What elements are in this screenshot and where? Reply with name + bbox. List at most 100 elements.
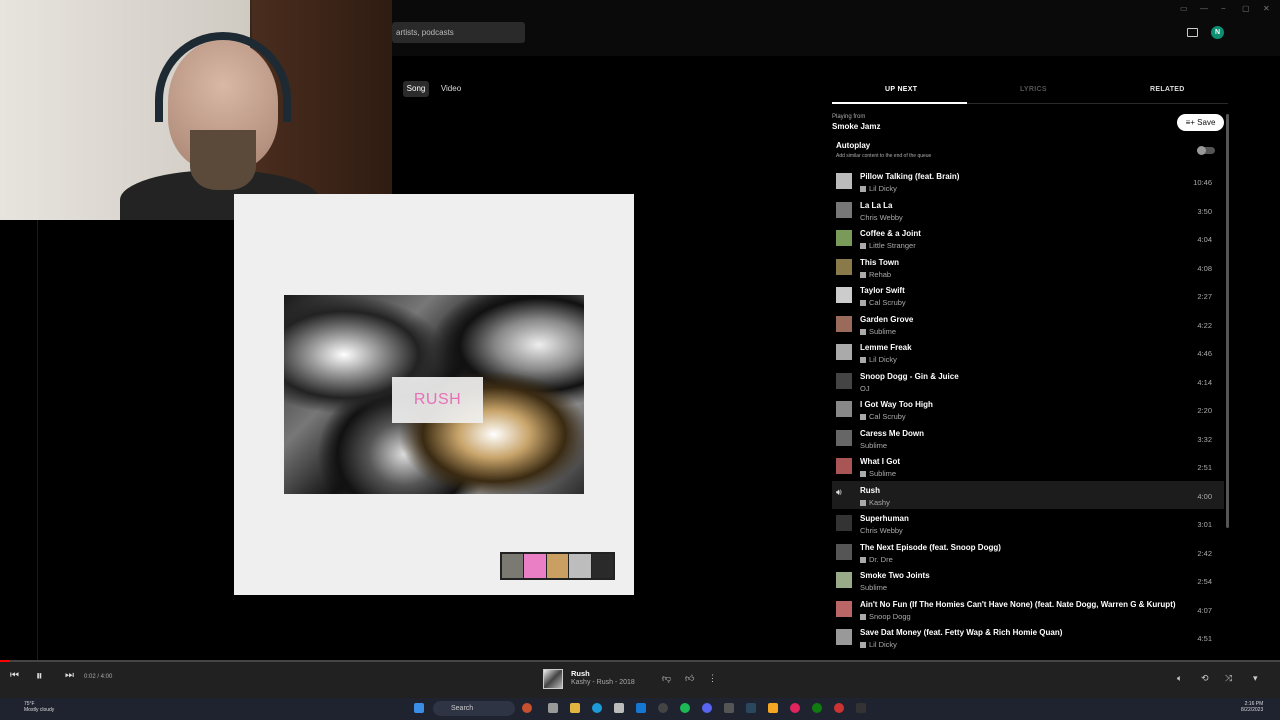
queue-item[interactable]: Garden Grove Sublime 4:22 xyxy=(832,310,1224,338)
repeat-icon[interactable]: ⟲ xyxy=(1201,673,1209,684)
window-dash-icon[interactable]: — xyxy=(1200,4,1208,13)
previous-icon[interactable]: ⏮ xyxy=(10,670,19,681)
tab-up-next[interactable]: UP NEXT xyxy=(885,86,917,93)
tab-lyrics[interactable]: LYRICS xyxy=(1020,86,1047,93)
queue-item-title: Garden Grove xyxy=(860,314,914,324)
app-grid-icon[interactable] xyxy=(724,703,734,713)
queue-item-artist-name: Lil Dicky xyxy=(869,355,897,364)
vlc-icon[interactable] xyxy=(768,703,778,713)
queue-item[interactable]: Superhuman Chris Webby 3:01 xyxy=(832,509,1224,537)
tab-active-underline xyxy=(832,102,967,104)
queue-item-thumbnail xyxy=(836,287,852,303)
queue-item-artist-name: Sublime xyxy=(869,326,897,336)
obs-icon[interactable] xyxy=(856,703,866,713)
task-view-icon[interactable] xyxy=(548,703,558,713)
edge-icon[interactable] xyxy=(592,703,602,713)
queue-item-artist-name: OJ xyxy=(860,383,870,393)
now-playing-subtitle[interactable]: Kashy - Rush - 2018 xyxy=(571,679,635,686)
spotify-icon[interactable] xyxy=(680,703,690,713)
queue-item-thumbnail xyxy=(836,401,852,417)
progress-fill xyxy=(0,660,11,662)
queue-item[interactable]: Snoop Dogg - Gin & Juice OJ 4:14 xyxy=(832,367,1224,395)
time-display: 0:02 / 4:00 xyxy=(84,674,113,680)
more-options-icon[interactable]: ⋮ xyxy=(708,673,717,684)
video-toggle[interactable]: Video xyxy=(440,81,462,97)
outlook-icon[interactable] xyxy=(636,703,646,713)
pause-icon[interactable]: ⏸ xyxy=(36,668,43,684)
file-explorer-icon[interactable] xyxy=(570,703,580,713)
expand-icon[interactable]: ▾ xyxy=(1253,673,1258,684)
queue-item-artist-name: Chris Webby xyxy=(860,526,903,535)
playlist-add-icon: ≡+ xyxy=(1185,118,1195,127)
queue-item-thumbnail xyxy=(836,429,852,446)
settings-icon[interactable] xyxy=(658,703,668,713)
shuffle-icon[interactable]: ⤨ xyxy=(1225,673,1232,684)
explicit-icon xyxy=(860,271,866,278)
queue-item-title: Superhuman xyxy=(860,514,909,523)
window-min-icon[interactable]: − xyxy=(1221,4,1226,13)
queue-item[interactable]: Pillow Talking (feat. Brain) Lil Dicky 10:… xyxy=(832,167,1224,195)
next-icon[interactable]: ⏭ xyxy=(65,670,74,681)
tab-related[interactable]: RELATED xyxy=(1150,86,1185,93)
queue-item[interactable]: Smoke Two Joints Sublime 2:54 xyxy=(832,566,1224,594)
queue-item[interactable]: The Next Episode (feat. Snoop Dogg) Dr. D… xyxy=(832,538,1224,566)
steam-icon[interactable] xyxy=(746,703,756,713)
youtube-music-icon[interactable] xyxy=(834,703,844,713)
close-icon[interactable]: ✕ xyxy=(1263,4,1270,13)
search-input[interactable]: artists, podcasts xyxy=(392,22,525,43)
queue-item-title: Lemme Freak xyxy=(860,343,912,352)
queue-item[interactable]: La La La Chris Webby 3:50 xyxy=(832,196,1224,224)
queue-item[interactable]: What I Got Sublime 2:51 xyxy=(832,452,1224,480)
queue-item-duration: 4:46 xyxy=(1197,349,1212,358)
now-playing-title[interactable]: Rush xyxy=(571,669,590,678)
app-icon[interactable] xyxy=(522,703,532,713)
save-button[interactable]: ≡+ Save xyxy=(1177,114,1224,131)
maximize-icon[interactable]: ▢ xyxy=(1242,4,1250,13)
avatar[interactable]: N xyxy=(1211,26,1224,39)
queue-item[interactable]: 🔊︎ Rush Kashy 4:00 xyxy=(832,480,1224,509)
queue-item[interactable]: I Got Way Too High Cal Scruby 2:20 xyxy=(832,395,1224,423)
discord-icon[interactable] xyxy=(702,703,712,713)
queue-item-artist: Sublime xyxy=(860,469,896,478)
queue-item-duration: 2:20 xyxy=(1197,406,1212,415)
music-app-icon[interactable] xyxy=(790,703,800,713)
playlist-name[interactable]: Smoke Jamz xyxy=(832,122,880,131)
minimize-icon[interactable]: ▭ xyxy=(1180,4,1188,13)
queue-item-artist: Sublime xyxy=(860,441,887,450)
queue-item-artist: Kashy xyxy=(860,498,890,507)
taskbar-search[interactable]: Search xyxy=(433,701,515,716)
weather-widget[interactable]: 75°F Mostly cloudy xyxy=(24,701,54,713)
queue-scrollbar[interactable] xyxy=(1226,114,1229,528)
queue-item-duration: 4:00 xyxy=(1197,491,1212,501)
queue-item-title: Coffee & a Joint xyxy=(860,229,921,238)
queue-item-artist: Lil Dicky xyxy=(860,355,897,364)
start-icon[interactable] xyxy=(414,703,424,713)
taskbar-clock[interactable]: 2:16 PM 8/22/2023 xyxy=(1241,701,1263,713)
song-toggle[interactable]: Song xyxy=(403,81,429,97)
player-bar xyxy=(0,661,1280,698)
queue-item[interactable]: Coffee & a Joint Little Stranger 4:04 xyxy=(832,224,1224,252)
volume-icon[interactable]: 🔈︎ xyxy=(1177,673,1182,684)
queue-item[interactable]: Ain't No Fun (If The Homies Can't Have N… xyxy=(832,595,1224,623)
color-palette xyxy=(500,552,615,580)
queue-item-artist: Cal Scruby xyxy=(860,412,906,421)
queue-item-artist-name: Sublime xyxy=(860,583,888,592)
cast-icon[interactable] xyxy=(1187,28,1198,37)
queue-item-artist-name: Rehab xyxy=(869,269,892,279)
now-playing-thumbnail[interactable] xyxy=(543,669,563,689)
queue-item[interactable]: Caress Me Down Sublime 3:32 xyxy=(832,424,1224,452)
progress-bar[interactable] xyxy=(0,660,1280,662)
queue-item[interactable]: This Town Rehab 4:08 xyxy=(832,253,1224,281)
queue-item-duration: 2:42 xyxy=(1197,548,1212,558)
xbox-icon[interactable] xyxy=(812,703,822,713)
queue-item[interactable]: Taylor Swift Cal Scruby 2:27 xyxy=(832,281,1224,309)
thumbs-down-icon[interactable]: 👎︎ xyxy=(662,673,671,684)
queue-item[interactable]: Lemme Freak Lil Dicky 4:46 xyxy=(832,338,1224,366)
store-icon[interactable] xyxy=(614,703,624,713)
queue-item-thumbnail xyxy=(836,315,852,332)
queue-item[interactable]: Save Dat Money (feat. Fetty Wap & Rich H… xyxy=(832,623,1224,651)
explicit-icon xyxy=(860,414,866,421)
queue-item-artist: OJ xyxy=(860,384,870,393)
queue-item-thumbnail xyxy=(836,230,852,246)
thumbs-up-icon[interactable]: 👍︎ xyxy=(685,673,694,684)
